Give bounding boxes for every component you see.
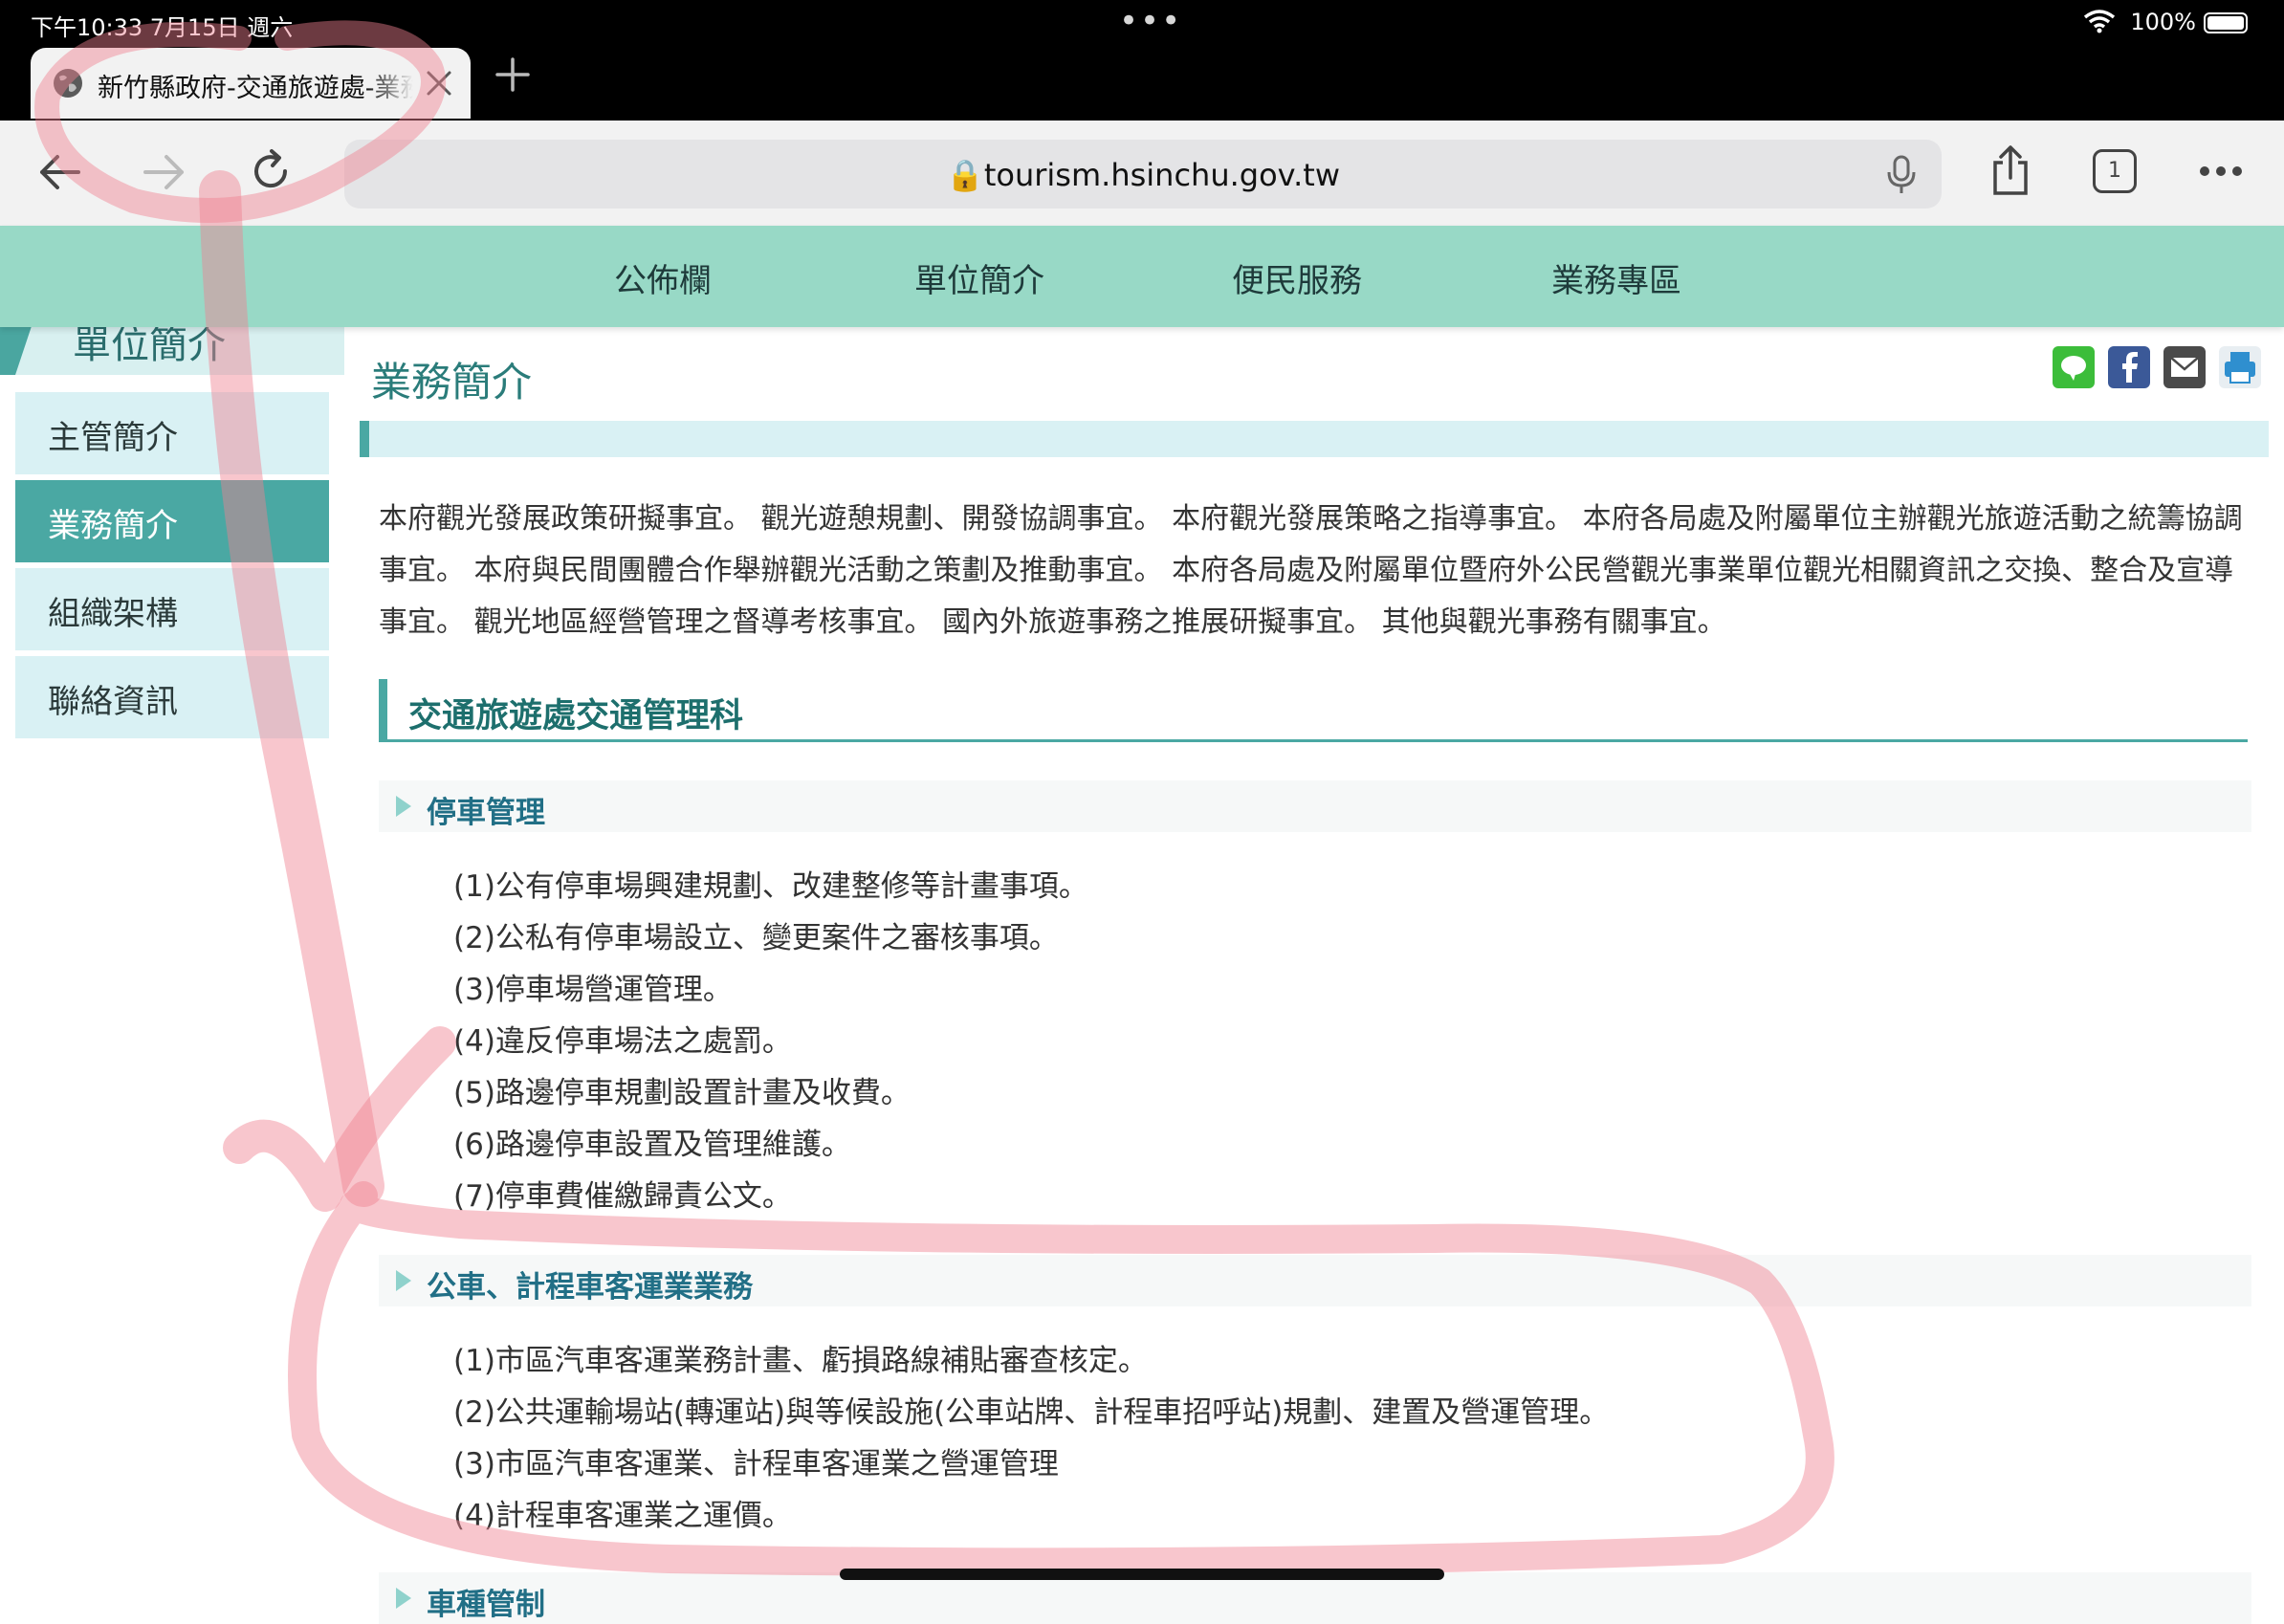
- list-item: (3)停車場營運管理。: [453, 973, 733, 1007]
- share-icon[interactable]: [1989, 143, 2031, 197]
- home-indicator[interactable]: [840, 1569, 1444, 1580]
- tabs-icon[interactable]: 1: [2093, 149, 2137, 193]
- subsection-heading: 停車管理: [379, 780, 2251, 832]
- browser-tab-active[interactable]: 新竹縣政府-交通旅遊處-業務簡介: [31, 48, 471, 119]
- bus-taxi-duty-list: (1)市區汽車客運業務計畫、虧損路線補貼審查核定。 (2)公共運輸場站(轉運站)…: [453, 1335, 1609, 1542]
- sidebar-item-director[interactable]: 主管簡介: [15, 392, 329, 474]
- tab-strip: 新竹縣政府-交通旅遊處-業務簡介: [0, 46, 2284, 121]
- list-item: (3)市區汽車客運業、計程車客運業之營運管理: [453, 1447, 1059, 1481]
- intro-paragraph: 本府觀光發展政策研擬事宜。 觀光遊憩規劃、開發協調事宜。 本府觀光發展策略之指導…: [379, 502, 2243, 639]
- nav-item-bulletin[interactable]: 公佈欄: [614, 254, 712, 301]
- sidebar-item-label: 主管簡介: [48, 419, 178, 457]
- list-item: (4)違反停車場法之處罰。: [453, 1024, 792, 1059]
- subsection-title: 車種管制: [427, 1588, 545, 1622]
- wifi-icon: [2083, 10, 2116, 33]
- subsection-heading: 車種管制: [379, 1572, 2251, 1624]
- list-item: (5)路邊停車規劃設置計畫及收費。: [453, 1076, 911, 1110]
- line-icon[interactable]: [2053, 346, 2095, 388]
- subsection-heading: 公車、計程車客運業業務: [379, 1255, 2251, 1306]
- status-time: 下午10:33 7月15日 週六: [31, 14, 294, 41]
- share-toolbar: [2053, 346, 2269, 390]
- print-icon[interactable]: [2219, 346, 2261, 388]
- subsection-title: 公車、計程車客運業業務: [427, 1270, 753, 1305]
- section-heading: 交通旅遊處交通管理科: [379, 679, 2248, 742]
- tab-title: 新竹縣政府-交通旅遊處-業務簡介: [98, 74, 413, 103]
- browser-toolbar: 🔒tourism.hsinchu.gov.tw 1: [0, 121, 2284, 226]
- facebook-icon[interactable]: [2108, 346, 2150, 388]
- globe-icon: [54, 69, 82, 98]
- nav-item-business[interactable]: 業務專區: [1551, 254, 1681, 301]
- close-icon[interactable]: [423, 67, 455, 99]
- subsection-title: 停車管理: [427, 796, 545, 830]
- sidebar-item-organization[interactable]: 組織架構: [15, 568, 329, 650]
- sidebar-item-contact[interactable]: 聯絡資訊: [15, 656, 329, 738]
- forward-icon[interactable]: [142, 151, 187, 193]
- back-icon[interactable]: [36, 151, 82, 193]
- list-item: (4)計程車客運業之運價。: [453, 1499, 792, 1533]
- reload-icon[interactable]: [247, 147, 295, 195]
- list-item: (7)停車費催繳歸責公文。: [453, 1179, 792, 1214]
- nav-item-unit-intro[interactable]: 單位簡介: [914, 254, 1044, 301]
- list-item: (1)公有停車場興建規劃、改建整修等計畫事項。: [453, 869, 1088, 904]
- list-item: (2)公私有停車場設立、變更案件之審核事項。: [453, 921, 1059, 955]
- battery-icon: [2204, 12, 2248, 33]
- url-text: 🔒tourism.hsinchu.gov.tw: [946, 157, 1340, 193]
- title-underbar: [360, 421, 2269, 457]
- sidebar-item-label: 聯絡資訊: [48, 683, 178, 721]
- parking-duty-list: (1)公有停車場興建規劃、改建整修等計畫事項。 (2)公私有停車場設立、變更案件…: [453, 861, 1088, 1222]
- multitasking-dots-icon[interactable]: •••: [1119, 2, 1182, 40]
- triangle-bullet-icon: [396, 1588, 411, 1609]
- more-icon[interactable]: [2198, 165, 2244, 178]
- site-main-nav: 公佈欄 單位簡介 便民服務 業務專區: [0, 226, 2284, 327]
- battery-percent: 100%: [2130, 9, 2196, 35]
- section-heading-text: 交通旅遊處交通管理科: [408, 697, 744, 735]
- address-bar[interactable]: 🔒tourism.hsinchu.gov.tw: [344, 140, 1942, 208]
- sidebar-item-label: 業務簡介: [48, 507, 178, 545]
- nav-item-services[interactable]: 便民服務: [1232, 254, 1362, 301]
- sidebar-item-label: 組織架構: [48, 595, 178, 633]
- email-icon[interactable]: [2163, 346, 2206, 388]
- page-title: 業務簡介: [371, 359, 533, 406]
- plus-icon[interactable]: [494, 55, 532, 94]
- mic-icon[interactable]: [1882, 153, 1921, 195]
- triangle-bullet-icon: [396, 1270, 411, 1291]
- sidebar-item-business[interactable]: 業務簡介: [15, 480, 329, 562]
- status-bar: 下午10:33 7月15日 週六 ••• 100%: [0, 0, 2284, 46]
- list-item: (1)市區汽車客運業務計畫、虧損路線補貼審查核定。: [453, 1344, 1148, 1378]
- list-item: (6)路邊停車設置及管理維護。: [453, 1128, 851, 1162]
- triangle-bullet-icon: [396, 796, 411, 817]
- list-item: (2)公共運輸場站(轉運站)與等候設施(公車站牌、計程車招呼站)規劃、建置及營運…: [453, 1395, 1610, 1430]
